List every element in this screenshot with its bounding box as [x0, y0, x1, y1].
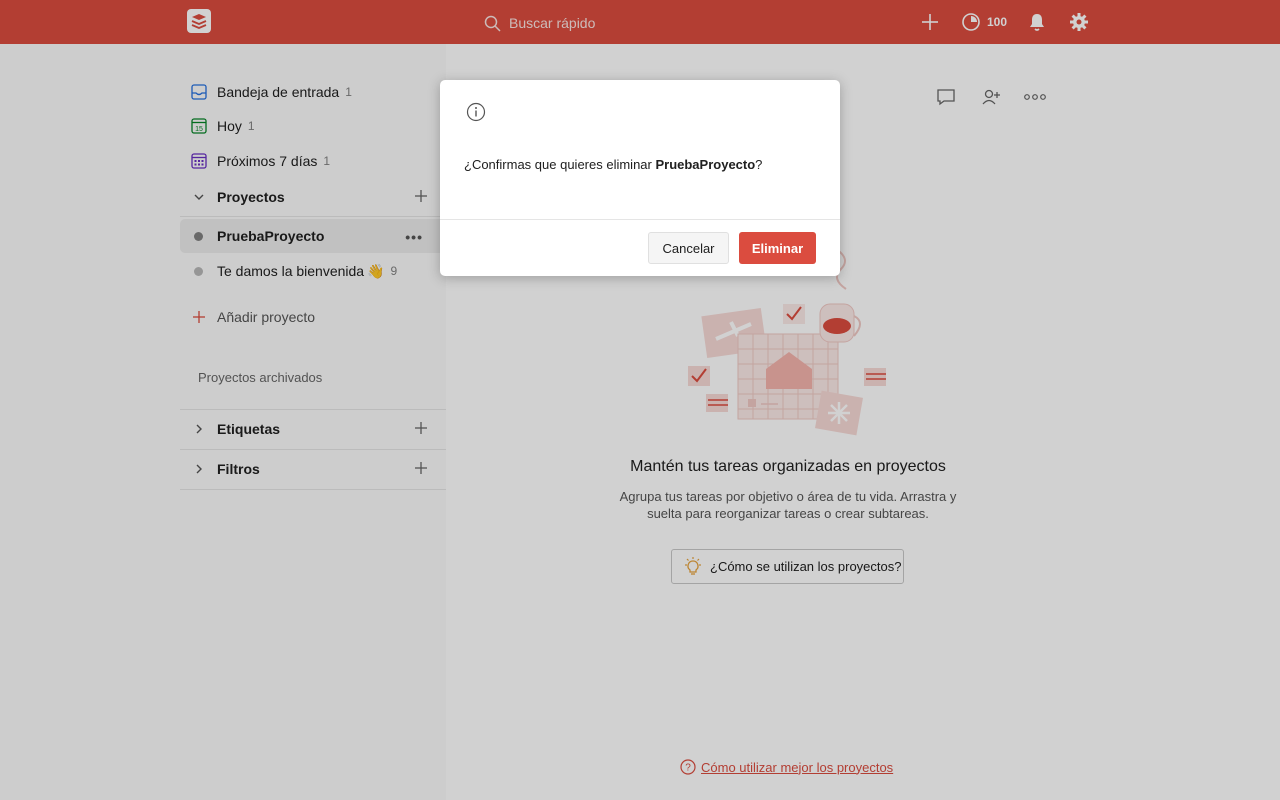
cancel-button[interactable]: Cancelar	[648, 232, 729, 264]
confirm-message-prefix: ¿Confirmas que quieres eliminar	[464, 157, 656, 172]
confirm-message-suffix: ?	[755, 157, 763, 172]
dialog-divider	[440, 219, 840, 220]
delete-confirm-dialog: ¿Confirmas que quieres eliminar PruebaPr…	[440, 80, 840, 276]
delete-button[interactable]: Eliminar	[739, 232, 816, 264]
info-icon	[466, 102, 486, 127]
confirm-project-name: PruebaProyecto	[655, 157, 756, 172]
confirm-message: ¿Confirmas que quieres eliminar PruebaPr…	[464, 157, 762, 172]
